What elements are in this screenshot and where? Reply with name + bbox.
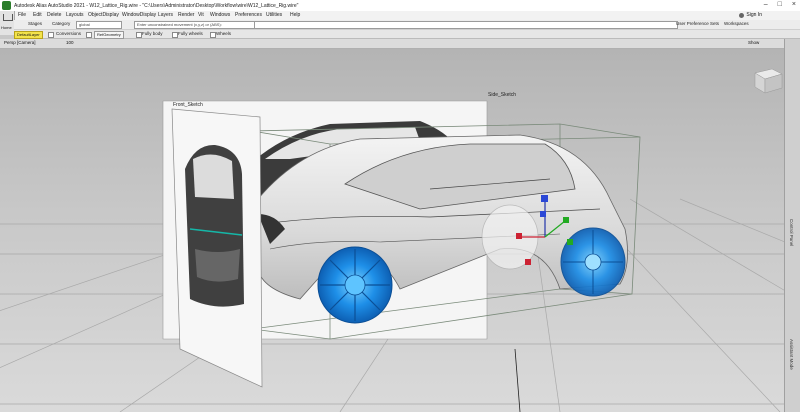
view-cube-icon[interactable]	[754, 68, 783, 94]
sign-in-button[interactable]: Sign In	[739, 12, 762, 18]
viewport-show-menu[interactable]: Show	[748, 40, 759, 45]
menu-windowdisplay[interactable]: WindowDisplay	[122, 12, 156, 18]
viewport-camera-label[interactable]: Persp [Camera]	[4, 40, 36, 45]
menu-edit[interactable]: Edit	[33, 12, 42, 18]
home-icon	[3, 14, 13, 21]
command-input[interactable]	[254, 21, 678, 29]
perspective-viewport[interactable]: Side_Sketch Front_Sketch	[0, 49, 784, 412]
scene-canvas[interactable]: Side_Sketch Front_Sketch	[0, 49, 784, 412]
front-sketch-plane[interactable]: Front_Sketch	[171, 102, 263, 388]
viewport-header: Persp [Camera] 100 Show ×	[0, 39, 790, 49]
title-bar: Autodesk Alias AutoStudio 2021 - W12_Lat…	[0, 0, 800, 11]
conversions-checkbox[interactable]	[48, 32, 54, 38]
wheels-label: Wheels	[216, 31, 232, 36]
control-panel-label: Control Panel	[789, 219, 794, 247]
workspaces-menu[interactable]: Workspaces	[724, 21, 749, 26]
menu-file[interactable]: File	[18, 12, 26, 18]
control-panel-tab[interactable]: Control Panel Assistant Mode	[784, 39, 800, 412]
home-label: Home	[1, 25, 12, 30]
menu-render[interactable]: Render	[178, 12, 194, 18]
menu-preferences[interactable]: Preferences	[235, 12, 262, 18]
sign-in-label: Sign In	[746, 12, 762, 18]
prompt-line-input[interactable]: Enter unconstrained movement (x,y,z) or …	[134, 21, 256, 29]
window-controls: – □ ×	[764, 1, 796, 8]
fully-wheels-label: Fully wheels	[178, 31, 203, 36]
refgeometry-checkbox[interactable]	[86, 32, 92, 38]
toolbar-row-1: Stages Category global Enter unconstrain…	[14, 20, 800, 30]
front-wheel[interactable]	[317, 246, 393, 324]
default-layer-button[interactable]: DefaultLayer	[14, 31, 43, 39]
toolbar-row-2: DefaultLayer Conversions RefGeometry Ful…	[14, 30, 800, 39]
user-preference-sets[interactable]: User Preference Sets	[676, 21, 719, 26]
stages-label[interactable]: Stages	[28, 21, 42, 26]
fully-body-label: Fully body	[142, 31, 163, 36]
side-sketch-label: Side_Sketch	[488, 92, 516, 98]
menu-layouts[interactable]: Layouts	[66, 12, 84, 18]
minimize-icon[interactable]: –	[764, 1, 768, 8]
menu-utilities[interactable]: Utilities	[266, 12, 282, 18]
axis-line	[514, 348, 521, 412]
menu-delete[interactable]: Delete	[47, 12, 61, 18]
assistant-mode-label: Assistant Mode	[789, 339, 794, 370]
close-icon[interactable]: ×	[792, 1, 796, 8]
user-icon	[739, 12, 745, 18]
menu-vit[interactable]: Vit	[198, 12, 204, 18]
refgeometry-button[interactable]: RefGeometry	[94, 31, 124, 39]
home-button[interactable]: Home	[0, 11, 15, 35]
app-logo-icon	[2, 1, 11, 10]
rear-wheel[interactable]	[560, 227, 626, 297]
menu-windows[interactable]: Windows	[210, 12, 230, 18]
category-label: Category	[52, 21, 71, 26]
category-select[interactable]: global	[76, 21, 122, 29]
menu-layers[interactable]: Layers	[158, 12, 173, 18]
maximize-icon[interactable]: □	[778, 1, 782, 8]
window-title: Autodesk Alias AutoStudio 2021 - W12_Lat…	[14, 2, 299, 9]
conversions-label: Conversions	[56, 31, 82, 36]
viewport-zoom-label: 100	[66, 40, 74, 45]
front-sketch-label: Front_Sketch	[173, 102, 203, 108]
menu-help[interactable]: Help	[290, 12, 300, 18]
menu-objectdisplay[interactable]: ObjectDisplay	[88, 12, 119, 18]
